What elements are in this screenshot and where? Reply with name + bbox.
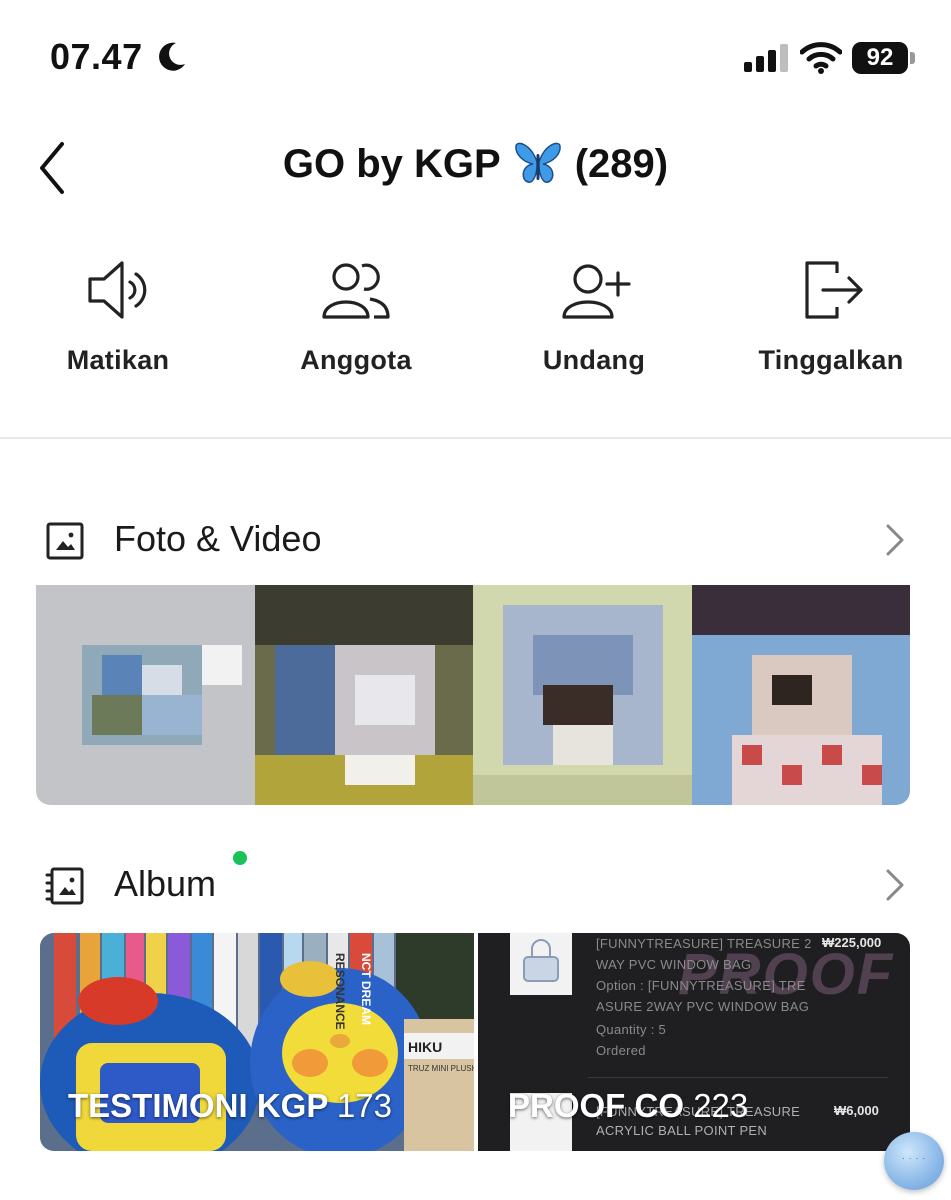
- butterfly-icon: [514, 142, 561, 183]
- order-line: Ordered: [596, 1043, 646, 1058]
- order-line: ASURE 2WAY PVC WINDOW BAG: [596, 999, 810, 1014]
- badge-dots-icon: · · · ·: [901, 1154, 927, 1163]
- order-line: WAY PVC WINDOW BAG: [596, 957, 752, 972]
- battery-indicator: 92: [852, 42, 916, 74]
- spine-text: RESONANCE: [333, 953, 347, 1030]
- invite-button[interactable]: Undang: [494, 255, 694, 376]
- status-bar: 07.47 92: [0, 0, 951, 110]
- order-price: ₩225,000: [822, 935, 882, 950]
- members-icon: [322, 263, 390, 319]
- order-price: ₩6,000: [834, 1103, 879, 1118]
- photo-thumbnail[interactable]: [473, 585, 692, 805]
- exit-icon: [805, 261, 863, 319]
- member-count: (289): [574, 141, 669, 186]
- photo-strip: [36, 585, 910, 805]
- leave-button[interactable]: Tinggalkan: [731, 255, 931, 376]
- floating-badge-button[interactable]: · · · ·: [884, 1132, 944, 1190]
- image-icon: [46, 522, 84, 560]
- album-count: 223: [693, 1087, 749, 1124]
- photo-thumbnail[interactable]: [254, 585, 473, 805]
- wifi-icon: [800, 42, 842, 74]
- box-label: HIKU: [408, 1039, 442, 1055]
- battery-level: 92: [852, 42, 908, 74]
- product-thumbnail: [510, 933, 572, 995]
- group-name: GO by KGP: [282, 141, 501, 186]
- signal-icon: [744, 44, 788, 72]
- album-caption: PROOF CO 223: [508, 1087, 748, 1125]
- box-sublabel: TRUZ MINI PLUSH: [408, 1064, 474, 1073]
- invite-label: Undang: [542, 345, 646, 375]
- album-header[interactable]: Album: [0, 851, 951, 915]
- speaker-icon: [88, 261, 147, 319]
- members-button[interactable]: Anggota: [256, 255, 456, 376]
- spine-text: NCT DREAM: [359, 953, 373, 1025]
- page-title: GO by KGP (289): [0, 140, 951, 188]
- divider: [0, 437, 951, 439]
- photo-thumbnail[interactable]: [36, 585, 255, 805]
- chevron-right-icon: [886, 524, 904, 556]
- album-card-testimoni[interactable]: HIKU TRUZ MINI PLUSH RESONANCE NCT DREAM…: [40, 933, 474, 1151]
- order-line: Option : [FUNNYTREASURE] TRE: [596, 978, 806, 993]
- album-card-proof-co[interactable]: PROOF [FUNNYTREASURE] TREASURE 2 WAY PVC…: [478, 933, 910, 1151]
- album-caption: TESTIMONI KGP 173: [68, 1087, 392, 1125]
- album-count: 173: [336, 1087, 392, 1124]
- mute-label: Matikan: [66, 345, 170, 375]
- photos-videos-title: Foto & Video: [114, 518, 322, 559]
- album-name: TESTIMONI KGP: [68, 1087, 328, 1124]
- bag-icon: [523, 939, 559, 982]
- order-line: [FUNNYTREASURE] TREASURE 2: [596, 936, 812, 951]
- new-indicator-dot: [233, 851, 247, 865]
- group-actions: Matikan Anggota Undang Tinggalkan: [0, 255, 951, 385]
- photos-videos-header[interactable]: Foto & Video: [0, 510, 951, 570]
- album-name: PROOF CO: [508, 1087, 685, 1124]
- album-title: Album: [114, 863, 217, 904]
- chevron-right-icon: [886, 869, 904, 901]
- mute-button[interactable]: Matikan: [18, 255, 218, 376]
- order-line: Quantity : 5: [596, 1022, 667, 1037]
- status-time: 07.47: [50, 36, 143, 77]
- album-icon: [45, 867, 84, 905]
- photo-thumbnail[interactable]: [691, 585, 910, 805]
- members-label: Anggota: [300, 345, 412, 375]
- moon-icon: [159, 42, 185, 71]
- leave-label: Tinggalkan: [758, 345, 904, 375]
- add-user-icon: [562, 264, 631, 319]
